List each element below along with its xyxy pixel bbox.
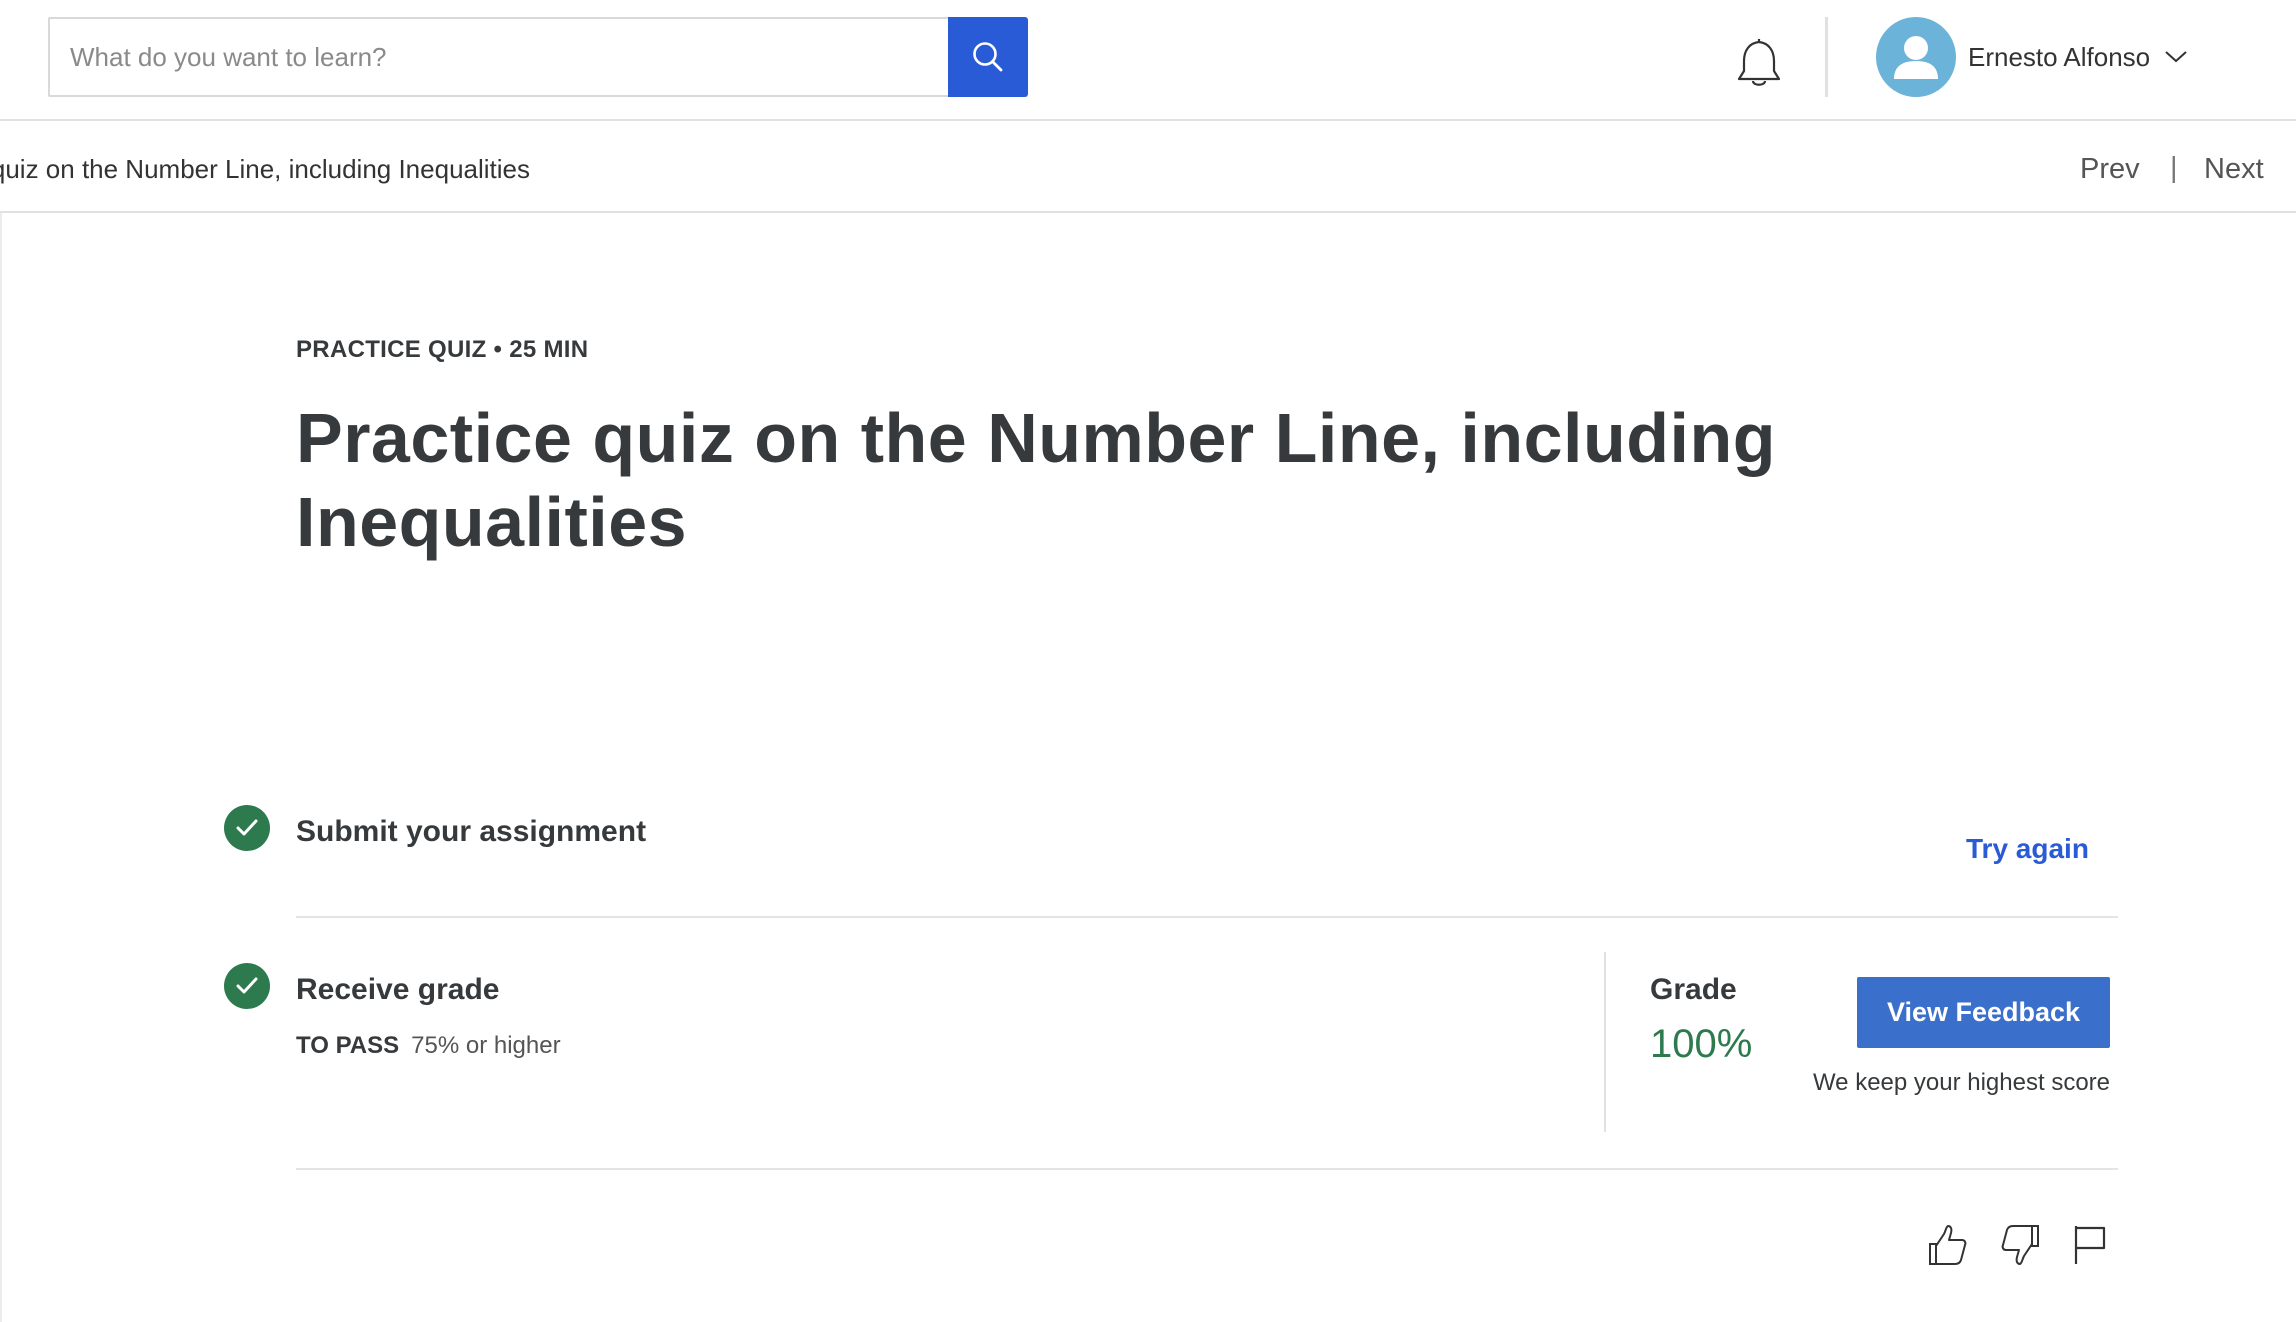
left-border — [0, 213, 2, 1322]
thumbs-up-icon[interactable] — [1924, 1222, 1970, 1268]
item-navigation-bar: Practice quiz on the Number Line, includ… — [0, 123, 2296, 213]
user-menu[interactable]: Ernesto Alfonso — [1876, 17, 2188, 97]
breadcrumb: Practice quiz on the Number Line, includ… — [0, 149, 530, 189]
quiz-meta: PRACTICE QUIZ • 25 MIN — [296, 336, 589, 363]
search-button[interactable] — [948, 17, 1028, 97]
page-title: Practice quiz on the Number Line, includ… — [296, 399, 1776, 561]
pass-value: 75% or higher — [411, 1032, 561, 1059]
highest-score-note: We keep your highest score — [1812, 1069, 2110, 1096]
thumbs-down-icon[interactable] — [1998, 1222, 2044, 1268]
user-name: Ernesto Alfonso — [1968, 41, 2151, 72]
next-button[interactable]: Next — [2204, 149, 2264, 189]
search-input[interactable] — [70, 41, 949, 73]
view-feedback-button[interactable]: View Feedback — [1857, 977, 2110, 1048]
step-divider — [296, 916, 2118, 918]
nav-separator: | — [2170, 152, 2178, 184]
breadcrumb-label: Practice quiz on the Number Line, includ… — [0, 154, 530, 184]
top-header: Ernesto Alfonso — [0, 0, 2296, 121]
pass-label: TO PASS — [296, 1032, 400, 1059]
bell-icon[interactable] — [1733, 35, 1785, 89]
search-icon — [973, 42, 1003, 72]
prev-button[interactable]: Prev — [2080, 149, 2140, 189]
pass-requirement: TO PASS 75% or higher — [296, 1032, 561, 1060]
submit-step-title: Submit your assignment — [296, 815, 647, 848]
header-divider — [1825, 17, 1828, 97]
search-box — [48, 17, 949, 97]
chevron-down-icon — [2165, 51, 2187, 63]
grade-label: Grade — [1650, 973, 1737, 1006]
check-circle-icon — [224, 805, 270, 851]
section-divider — [296, 1168, 2118, 1170]
grade-divider — [1604, 952, 1606, 1132]
user-avatar-icon — [1876, 17, 1956, 97]
check-circle-icon — [224, 963, 270, 1009]
flag-icon[interactable] — [2068, 1222, 2114, 1268]
grade-value: 100% — [1650, 1022, 1753, 1066]
grade-step-title: Receive grade — [296, 973, 500, 1006]
try-again-link[interactable]: Try again — [1966, 833, 2089, 865]
